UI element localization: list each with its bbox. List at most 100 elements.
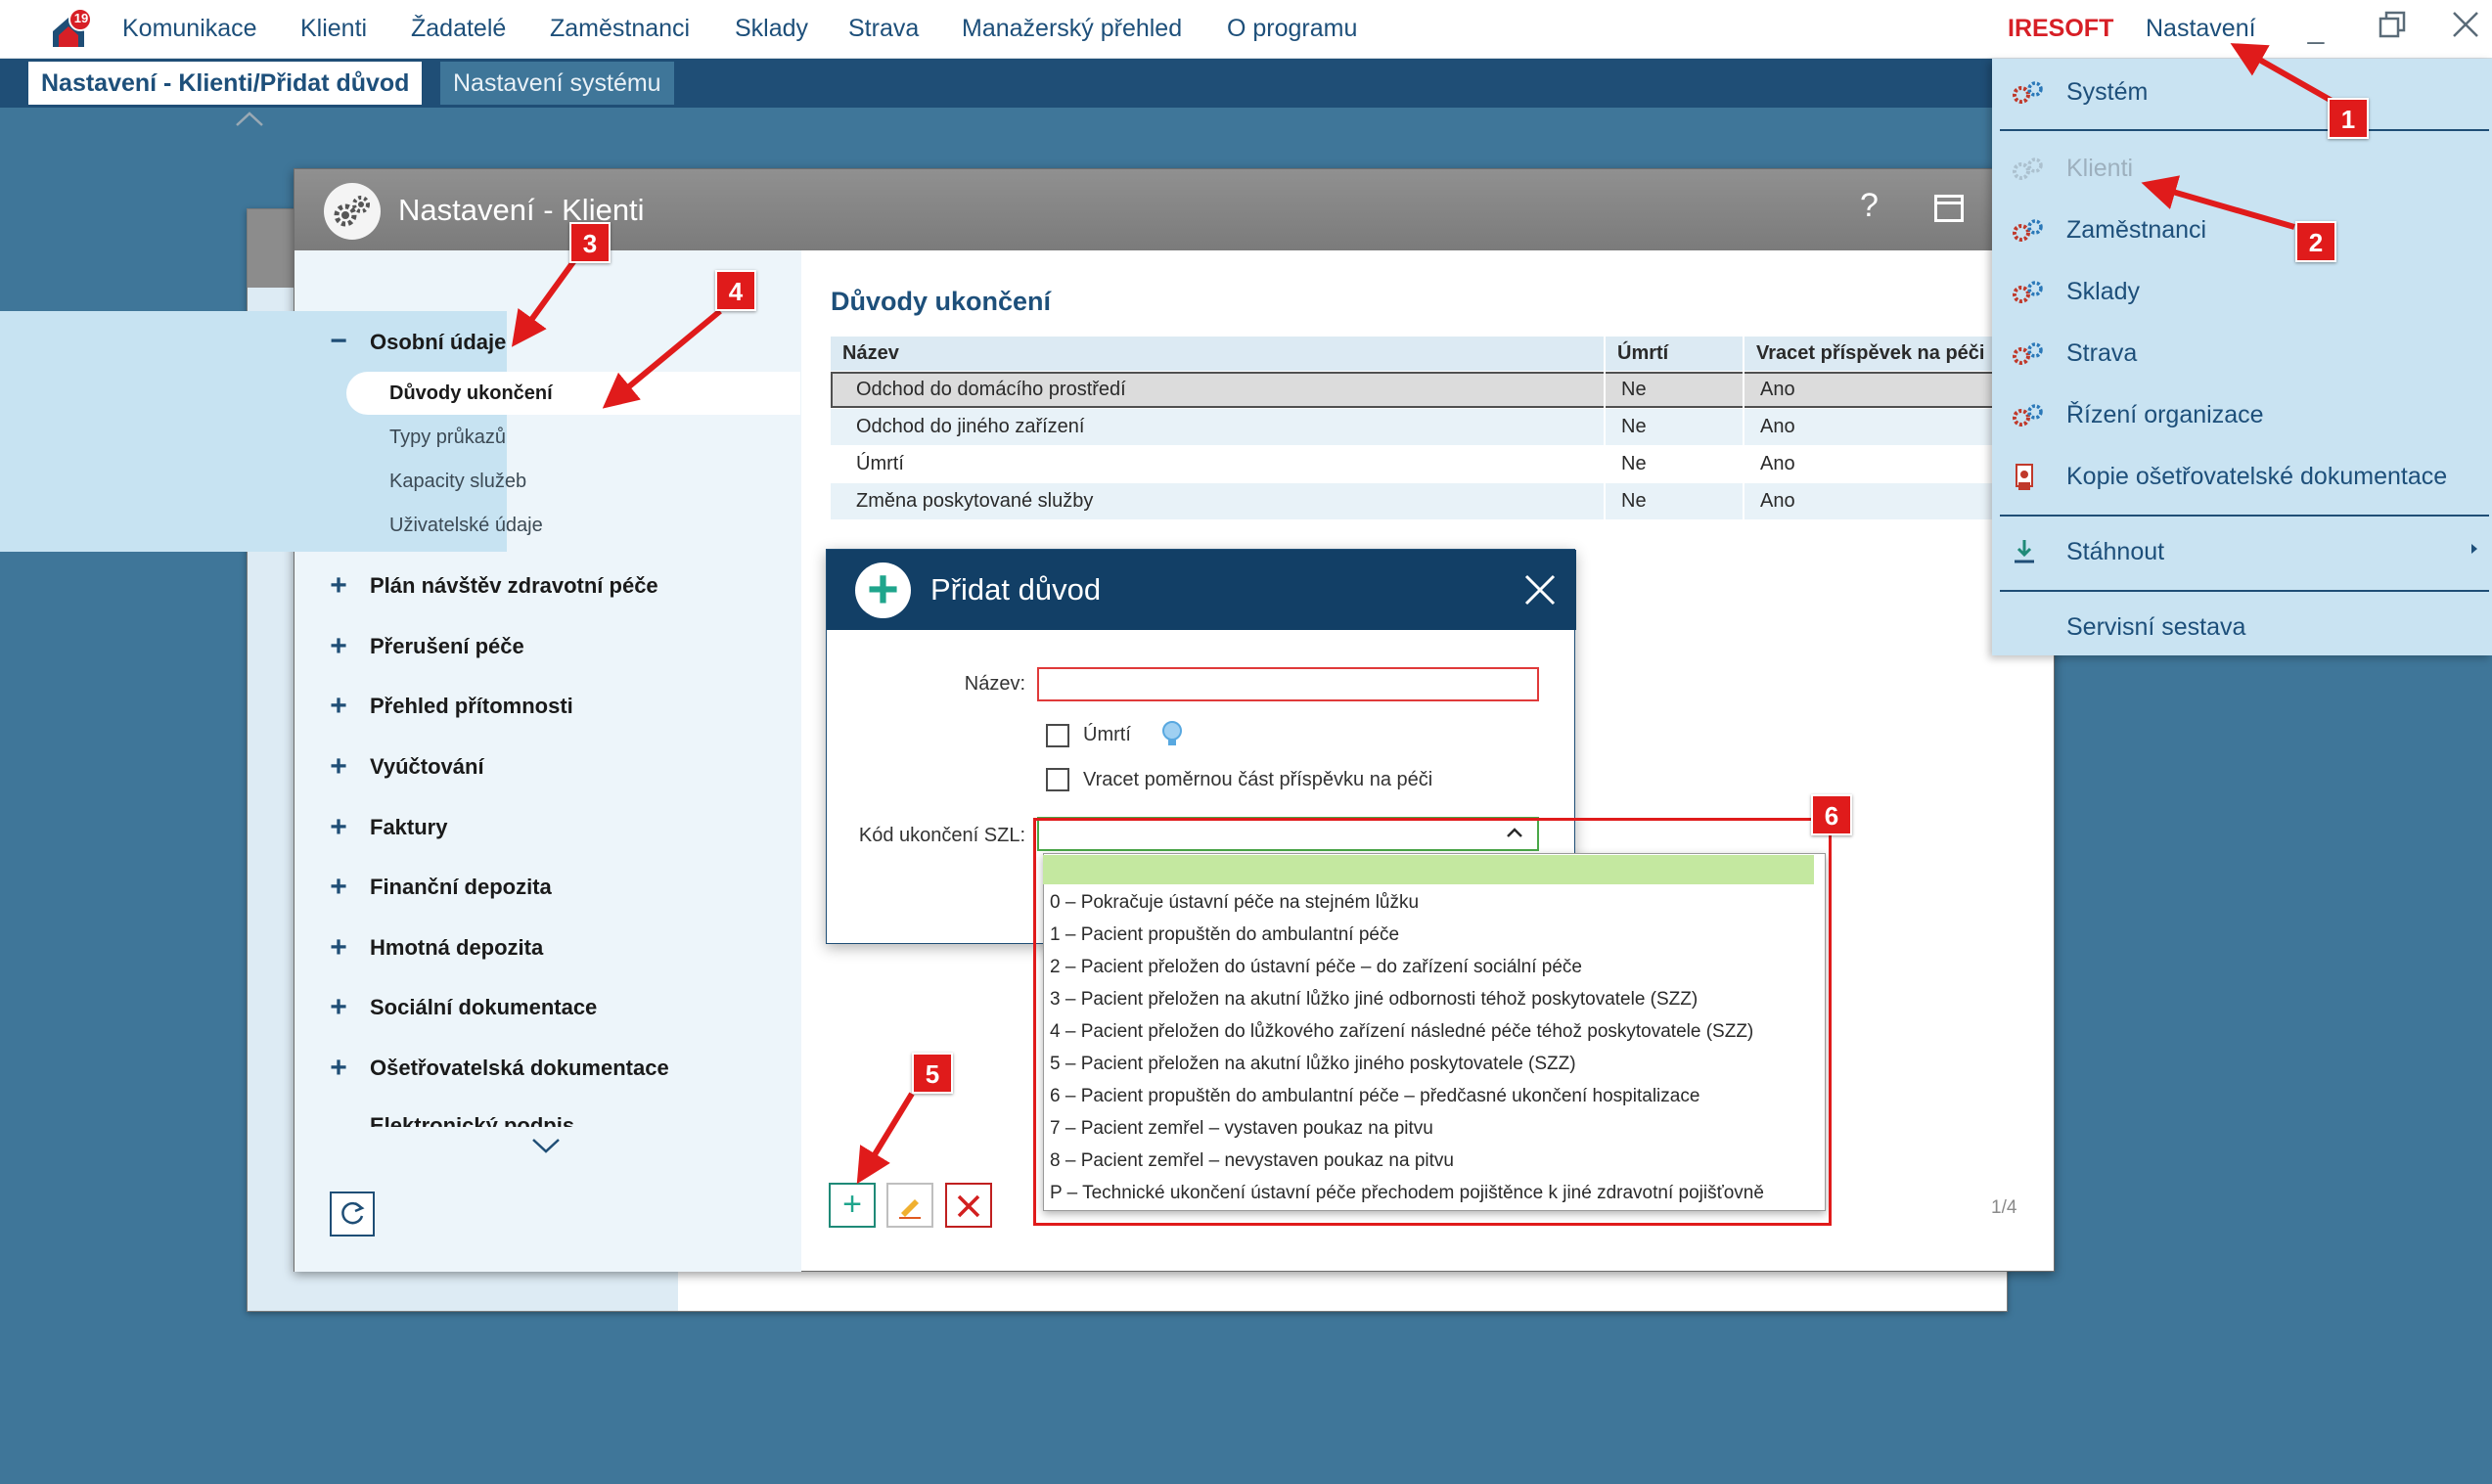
download-icon (2011, 538, 2046, 563)
menu-sklady[interactable]: Sklady (735, 0, 808, 57)
top-menu-bar: 19 Komunikace Klienti Žadatelé Zaměstnan… (0, 0, 2492, 59)
refresh-button[interactable] (330, 1192, 375, 1237)
sidebar-item-osetrovatelska-dokumentace[interactable]: Ošetřovatelská dokumentace (370, 1056, 669, 1081)
menu-separator (2000, 515, 2489, 517)
settings-menu-zamestnanci[interactable]: Zaměstnanci (2066, 216, 2206, 245)
sidebar-item-hmotna-depozita[interactable]: Hmotná depozita (370, 935, 543, 961)
settings-menu-sklady[interactable]: Sklady (2066, 278, 2140, 306)
table-cell-vracet: Ano (1760, 453, 1795, 474)
settings-menu-system[interactable]: Systém (2066, 78, 2148, 107)
column-header-vracet[interactable]: Vracet příspěvek na péči (1744, 337, 1997, 371)
tab-nastaveni-klienti[interactable]: Nastavení - Klienti/Přidat důvod (28, 62, 423, 105)
expand-group-icon[interactable]: + (327, 1052, 350, 1085)
sidebar-clip: Elektronický podpis (323, 1111, 616, 1127)
menu-komunikace[interactable]: Komunikace (122, 0, 257, 57)
expand-group-icon[interactable]: + (327, 569, 350, 603)
table-cell-nazev: Změna poskytované služby (856, 490, 1094, 512)
table-cell-vracet: Ano (1760, 379, 1795, 400)
expand-group-icon[interactable]: + (327, 630, 350, 663)
window-header: Nastavení - Klienti ? (295, 169, 2054, 250)
sidebar-item-duvody-ukonceni[interactable]: Důvody ukončení (389, 382, 553, 405)
table-cell-vracet: Ano (1760, 490, 1795, 512)
death-checkbox-label: Úmrtí (1083, 724, 1131, 745)
table-row[interactable]: Úmrtí Ne Ano (831, 446, 1997, 482)
sidebar-item-faktury[interactable]: Faktury (370, 815, 447, 840)
expand-group-icon[interactable]: + (327, 750, 350, 784)
table-row[interactable]: Odchod do domácího prostředí Ne Ano (831, 372, 1997, 408)
sidebar-item-prehled-pritomnosti[interactable]: Přehled přítomnosti (370, 694, 573, 719)
sidebar-item-kapacity-sluzeb[interactable]: Kapacity služeb (389, 471, 526, 493)
name-input[interactable] (1037, 667, 1539, 701)
menu-zadatele[interactable]: Žadatelé (411, 0, 506, 57)
brand-label: IRESOFT (2008, 15, 2114, 42)
settings-menu-stahnout[interactable]: Stáhnout (2066, 538, 2164, 566)
column-header-umrti[interactable]: Úmrtí (1606, 337, 1743, 371)
refund-checkbox-label: Vracet poměrnou část příspěvku na péči (1083, 769, 1433, 790)
sidebar-item-uzivatelske-udaje[interactable]: Uživatelské údaje (389, 515, 543, 537)
add-button[interactable]: + (829, 1183, 876, 1228)
code-label: Kód ukončení SZL: (858, 825, 1025, 846)
collapse-up-icon[interactable] (235, 102, 264, 135)
sidebar-item-financni-depozita[interactable]: Finanční depozita (370, 875, 552, 900)
help-button[interactable]: ? (1860, 187, 1879, 225)
tab-nastaveni-systemu[interactable]: Nastavení systému (440, 62, 674, 105)
dialog-header: + Přidat důvod (827, 550, 1576, 630)
submenu-arrow-icon (2469, 540, 2481, 563)
minimize-icon[interactable]: _ (2296, 10, 2335, 49)
table-cell-umrti: Ne (1621, 379, 1647, 400)
expand-group-icon[interactable]: + (327, 991, 350, 1024)
column-header-nazev[interactable]: Název (831, 337, 1604, 371)
settings-menu-klienti: Klienti (2066, 155, 2134, 182)
menu-klienti[interactable]: Klienti (300, 0, 367, 57)
plus-circle-icon: + (855, 562, 911, 618)
notification-count: 19 (73, 11, 89, 25)
menu-strava[interactable]: Strava (848, 0, 919, 57)
annotation-badge-1: 1 (2328, 98, 2369, 139)
expand-group-icon[interactable]: + (327, 931, 350, 965)
sidebar-item-typy-prukazu[interactable]: Typy průkazů (389, 427, 506, 449)
sidebar-item-osobni-udaje[interactable]: Osobní údaje (370, 330, 506, 355)
close-icon[interactable] (1523, 560, 1557, 621)
app-logo-icon[interactable]: 19 (49, 8, 92, 51)
table-row[interactable]: Změna poskytované služby Ne Ano (831, 483, 1997, 519)
menu-nastaveni[interactable]: Nastavení (2146, 0, 2256, 57)
lightbulb-icon[interactable] (1160, 720, 1184, 756)
gears-icon (2011, 341, 2046, 367)
maximize-icon[interactable] (1934, 195, 1964, 222)
expand-group-icon[interactable]: + (327, 871, 350, 904)
gears-icon (2011, 403, 2046, 428)
settings-menu-servisni-sestava[interactable]: Servisní sestava (2066, 613, 2245, 642)
column-separator (1604, 337, 1606, 524)
document-lock-icon (2011, 463, 2046, 490)
menu-o-programu[interactable]: O programu (1227, 0, 1357, 57)
edit-button[interactable] (886, 1183, 933, 1228)
death-checkbox[interactable] (1046, 724, 1069, 747)
menu-separator (2000, 129, 2489, 131)
expand-group-icon[interactable]: + (327, 690, 350, 723)
expand-group-icon[interactable]: + (327, 811, 350, 844)
sidebar-item-plan-navstev[interactable]: Plán návštěv zdravotní péče (370, 573, 658, 599)
gears-icon (2011, 280, 2046, 305)
sidebar-item-elektronicky-podpis[interactable]: Elektronický podpis (370, 1113, 574, 1127)
sidebar-item-preruseni-pece[interactable]: Přerušení péče (370, 634, 524, 659)
sidebar-item-vyuctovani[interactable]: Vyúčtování (370, 754, 484, 780)
gears-icon (2011, 80, 2046, 106)
settings-menu-kopie-dokumentace[interactable]: Kopie ošetřovatelské dokumentace (2066, 463, 2447, 491)
table-cell-umrti: Ne (1621, 416, 1647, 437)
scroll-down-icon[interactable] (531, 1130, 561, 1161)
settings-menu-rizeni-organizace[interactable]: Řízení organizace (2066, 401, 2264, 429)
table-row[interactable]: Odchod do jiného zařízení Ne Ano (831, 409, 1997, 445)
delete-button[interactable] (945, 1183, 992, 1228)
section-title: Důvody ukončení (831, 287, 1052, 316)
close-app-icon[interactable] (2446, 10, 2485, 49)
menu-zamestnanci[interactable]: Zaměstnanci (550, 0, 690, 57)
annotation-badge-4: 4 (715, 270, 756, 311)
settings-menu-strava[interactable]: Strava (2066, 339, 2137, 368)
menu-manazersky-prehled[interactable]: Manažerský přehled (962, 0, 1182, 57)
restore-icon[interactable] (2373, 10, 2412, 49)
sidebar-item-socialni-dokumentace[interactable]: Sociální dokumentace (370, 995, 597, 1020)
refund-checkbox[interactable] (1046, 768, 1069, 791)
dialog-title: Přidat důvod (930, 572, 1102, 607)
table-cell-nazev: Odchod do jiného zařízení (856, 416, 1085, 437)
collapse-group-icon[interactable]: − (327, 325, 350, 358)
